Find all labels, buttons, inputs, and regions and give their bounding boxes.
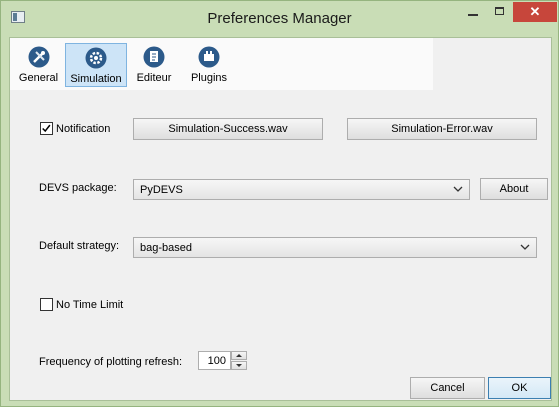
- notification-label: Notification: [56, 123, 111, 135]
- tools-icon: [28, 46, 49, 68]
- plot-refresh-stepper[interactable]: [231, 351, 247, 370]
- maximize-icon: [495, 7, 504, 15]
- chevron-down-icon: [520, 244, 530, 250]
- tab-editeur[interactable]: Editeur: [129, 43, 179, 87]
- tab-plugins[interactable]: Plugins: [183, 43, 235, 87]
- no-time-limit-label: No Time Limit: [56, 299, 124, 311]
- plot-refresh-input[interactable]: 100: [198, 351, 231, 370]
- gear-icon: [85, 47, 107, 69]
- no-time-limit-checkbox[interactable]: [40, 298, 53, 311]
- tab-simulation[interactable]: Simulation: [65, 43, 127, 87]
- chevron-down-icon: [453, 186, 463, 192]
- preferences-window: Preferences Manager ✕ General Simulation…: [0, 0, 559, 407]
- devs-package-value: PyDEVS: [140, 184, 183, 196]
- error-sound-button[interactable]: Simulation-Error.wav: [347, 118, 537, 140]
- preferences-panel: General Simulation Editeur Plugins Notif…: [9, 37, 552, 401]
- default-strategy-value: bag-based: [140, 242, 192, 254]
- chevron-down-icon: [236, 364, 242, 367]
- about-button[interactable]: About: [480, 178, 548, 200]
- tab-label: Simulation: [70, 73, 122, 85]
- devs-package-label: DEVS package:: [39, 182, 117, 194]
- plot-refresh-value: 100: [207, 355, 226, 367]
- category-toolbar: General Simulation Editeur Plugins: [10, 38, 433, 90]
- default-strategy-label: Default strategy:: [39, 240, 120, 252]
- maximize-button[interactable]: [487, 1, 513, 23]
- title-bar[interactable]: Preferences Manager ✕: [1, 1, 558, 37]
- close-icon: ✕: [529, 4, 541, 19]
- check-icon: [42, 124, 51, 133]
- tab-label: General: [18, 72, 59, 84]
- default-strategy-select[interactable]: bag-based: [133, 237, 537, 258]
- success-sound-button[interactable]: Simulation-Success.wav: [133, 118, 323, 140]
- plot-refresh-label: Frequency of plotting refresh:: [39, 356, 183, 368]
- chevron-up-icon: [236, 354, 242, 357]
- minimize-button[interactable]: [459, 1, 487, 23]
- decrement-button[interactable]: [231, 361, 247, 370]
- cancel-button[interactable]: Cancel: [410, 377, 485, 399]
- devs-package-select[interactable]: PyDEVS: [133, 179, 470, 200]
- tab-general[interactable]: General: [13, 43, 64, 87]
- notification-checkbox[interactable]: [40, 122, 53, 135]
- tab-label: Plugins: [190, 72, 228, 84]
- ok-button[interactable]: OK: [488, 377, 551, 399]
- editor-icon: [143, 46, 165, 68]
- minimize-icon: [468, 14, 478, 16]
- tab-label: Editeur: [136, 72, 172, 84]
- increment-button[interactable]: [231, 351, 247, 360]
- plugin-icon: [198, 46, 220, 68]
- close-button[interactable]: ✕: [513, 2, 557, 22]
